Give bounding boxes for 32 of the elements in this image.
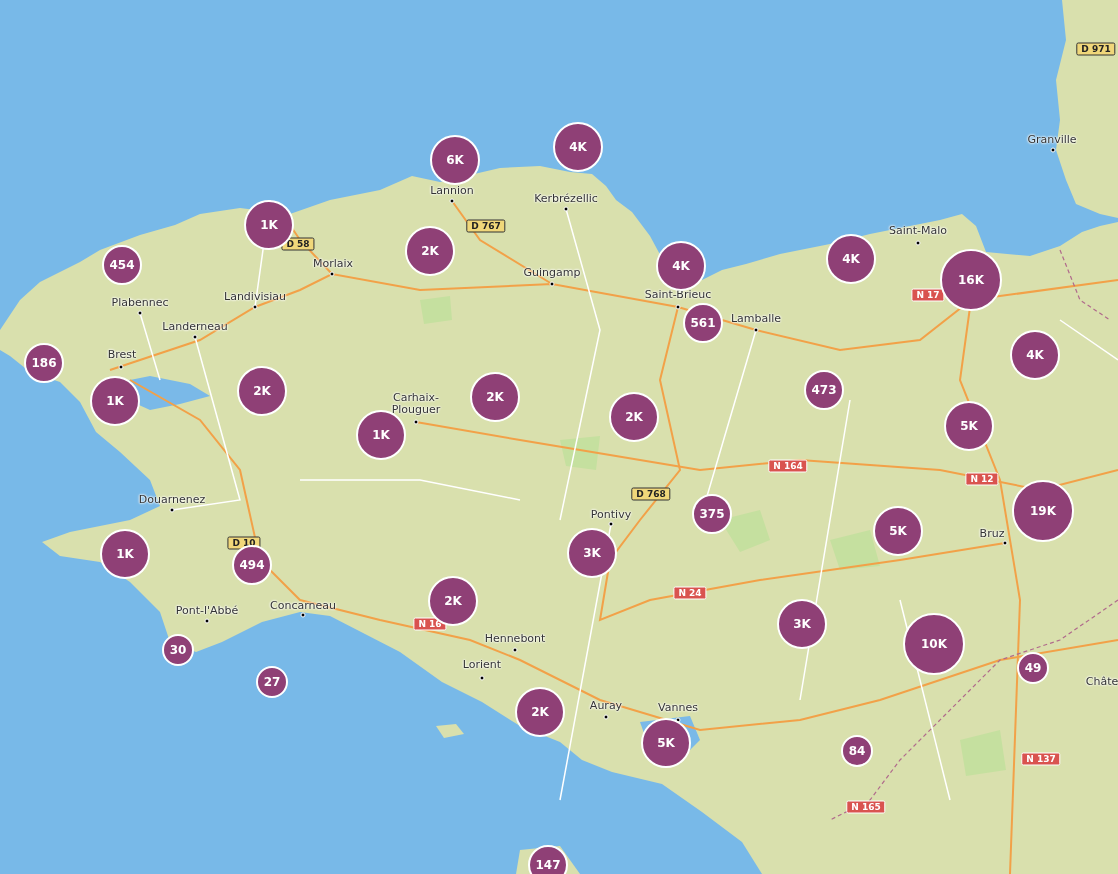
place-label: Lamballe xyxy=(730,313,782,325)
road-number-badge: N 165 xyxy=(846,800,886,814)
road-number-badge: D 971 xyxy=(1076,42,1116,56)
place-label: Plabennec xyxy=(111,297,169,309)
road-number-badge: D 767 xyxy=(466,219,506,233)
place-label: Brest xyxy=(107,349,137,361)
place-label: Lannion xyxy=(430,185,474,197)
place-label: Pont-l'Abbé xyxy=(175,605,239,617)
cluster-marker[interactable]: 4K xyxy=(656,241,706,291)
place-label: Landivisiau xyxy=(224,291,286,303)
road-number-badge: N 137 xyxy=(1021,752,1061,766)
cluster-marker[interactable]: 147 xyxy=(528,845,568,874)
cluster-marker[interactable]: 30 xyxy=(162,634,194,666)
place-label: Auray xyxy=(589,700,623,712)
place-label: Granville xyxy=(1027,134,1077,146)
place-label: Bruz xyxy=(979,528,1005,540)
place-label: Hennebont xyxy=(484,633,546,645)
place-label: Saint-Brieuc xyxy=(644,289,712,301)
road-number-badge: N 164 xyxy=(768,459,808,473)
cluster-marker[interactable]: 27 xyxy=(256,666,288,698)
road-number-badge: N 17 xyxy=(911,288,945,302)
road-number-badge: D 768 xyxy=(631,487,671,501)
place-label: Vannes xyxy=(658,702,698,714)
place-label: Châte xyxy=(1085,676,1118,688)
place-label: Saint-Malo xyxy=(888,225,948,237)
road-number-badge: N 12 xyxy=(965,472,999,486)
cluster-marker[interactable]: 6K xyxy=(430,135,480,185)
place-label: Pontivy xyxy=(590,509,632,521)
place-label: Kerbrézellic xyxy=(534,193,598,205)
road-number-badge: N 24 xyxy=(673,586,707,600)
place-label: Lorient xyxy=(462,659,502,671)
cluster-marker[interactable]: 4K xyxy=(553,122,603,172)
